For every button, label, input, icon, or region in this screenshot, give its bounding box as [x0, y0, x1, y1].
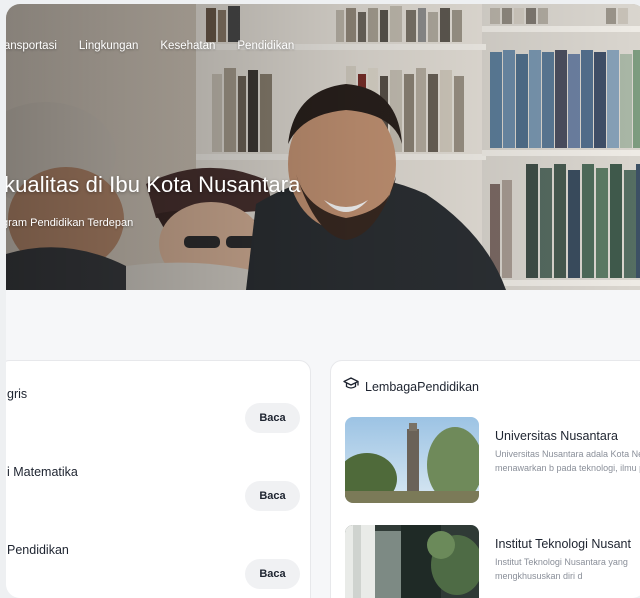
article-list-card: gris Baca i Matematika Baca Pendidikan B…: [6, 360, 311, 598]
article-title[interactable]: i Matematika: [7, 465, 78, 479]
institution-description: Universitas Nusantara adala Kota Negara,…: [495, 449, 640, 473]
read-button[interactable]: Baca: [245, 559, 300, 589]
article-title[interactable]: Pendidikan: [7, 543, 69, 557]
institution-name[interactable]: Universitas Nusantara: [495, 429, 618, 443]
read-button[interactable]: Baca: [245, 403, 300, 433]
nav-item-transportasi[interactable]: ransportasi: [6, 40, 57, 52]
top-nav: ransportasi Lingkungan Kesehatan Pendidi…: [6, 40, 316, 52]
page-frame: ransportasi Lingkungan Kesehatan Pendidi…: [6, 4, 640, 598]
read-button[interactable]: Baca: [245, 481, 300, 511]
institution-description: Institut Teknologi Nusantara yang mengkh…: [495, 557, 628, 581]
article-row: Pendidikan Baca: [6, 543, 310, 589]
institutions-header: LembagaPendidikan: [343, 377, 479, 396]
article-row: i Matematika Baca: [6, 465, 310, 511]
hero-banner: ransportasi Lingkungan Kesehatan Pendidi…: [6, 4, 640, 290]
graduation-cap-icon: [343, 377, 359, 396]
nav-item-kesehatan[interactable]: Kesehatan: [160, 40, 215, 52]
nav-item-pendidikan[interactable]: Pendidikan: [237, 40, 294, 52]
article-title[interactable]: gris: [7, 387, 27, 401]
institution-name[interactable]: Institut Teknologi Nusant: [495, 537, 631, 551]
institution-thumbnail: [345, 417, 479, 503]
article-row: gris Baca: [6, 387, 310, 433]
hero-title: kualitas di Ibu Kota Nusantara: [6, 172, 301, 197]
institutions-card: LembagaPendidikan Universitas Nusantara …: [330, 360, 640, 598]
institutions-title: LembagaPendidikan: [365, 379, 479, 394]
hero-subtitle: gram Pendidikan Terdepan: [6, 217, 134, 229]
institution-thumbnail: [345, 525, 479, 598]
nav-item-lingkungan[interactable]: Lingkungan: [79, 40, 138, 52]
